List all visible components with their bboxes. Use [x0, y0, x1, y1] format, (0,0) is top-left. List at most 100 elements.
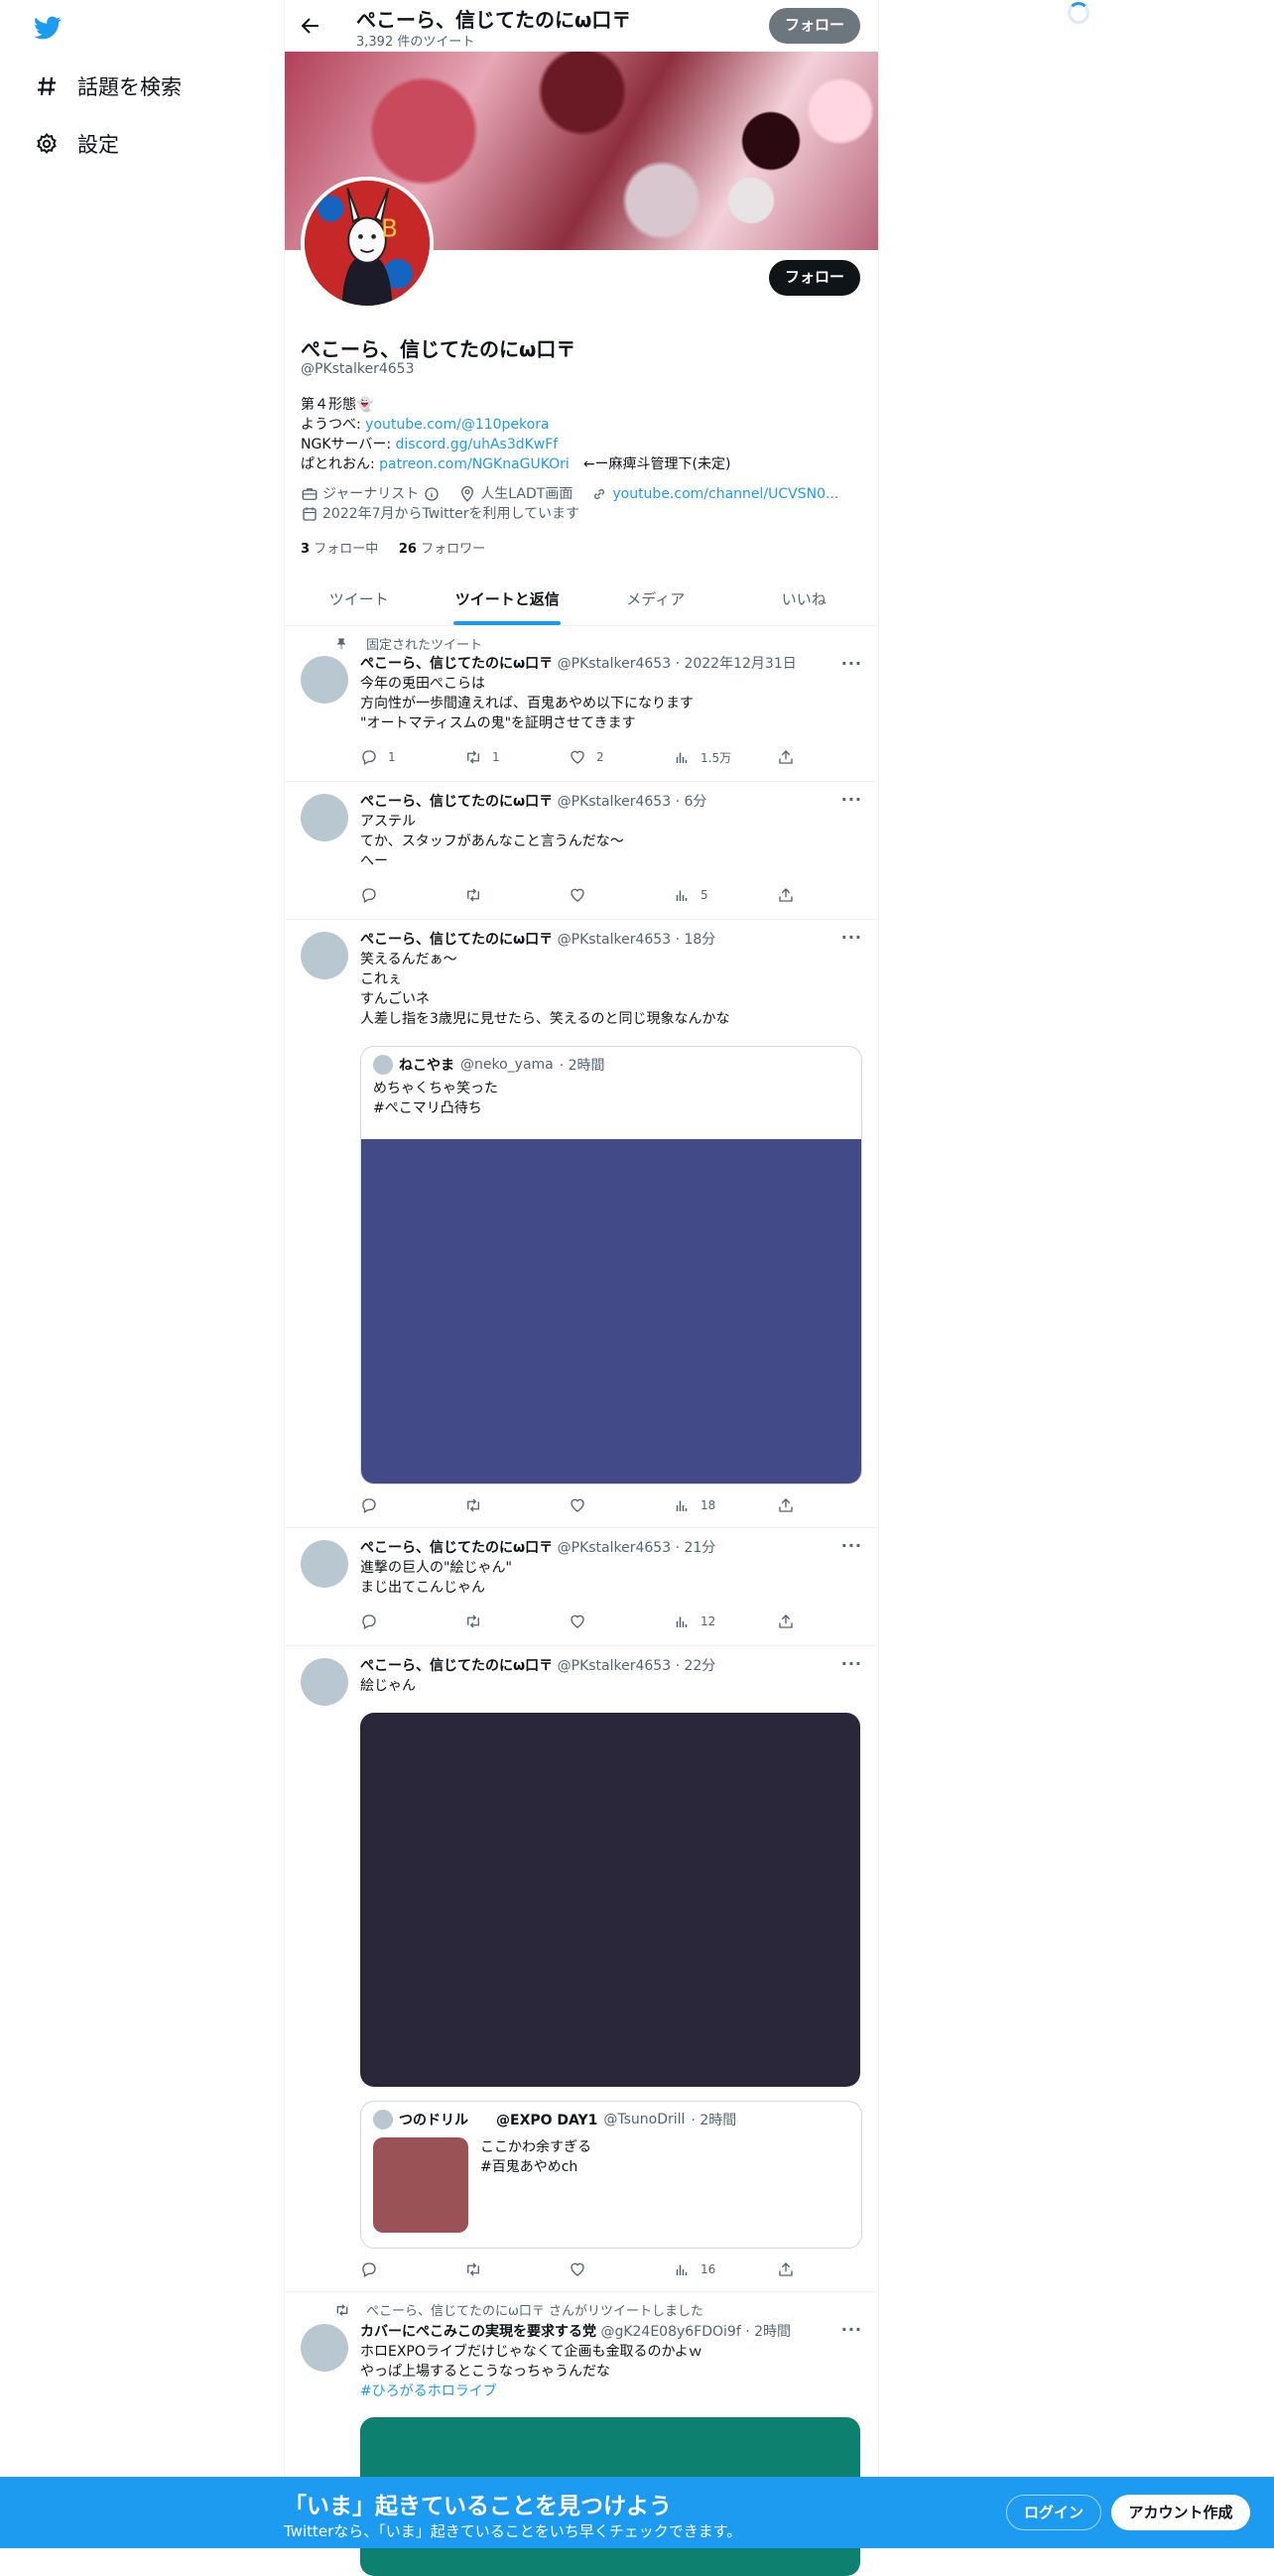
reply-button[interactable] [360, 885, 451, 905]
tab-tweets[interactable]: ツイート [285, 574, 434, 625]
tweet-text-line: 笑えるんだぁ〜 [360, 952, 457, 967]
tweet-author-name[interactable]: ぺこーら、信じてたのにω口〒 [360, 794, 553, 810]
tweet-author-handle[interactable]: @gK24E08y6FDOi9f [600, 2324, 740, 2340]
view-count: 16 [701, 2262, 716, 2276]
quoted-tweet[interactable]: つのドリル @EXPO DAY1 @TsunoDrill · 2時間 ここかわ余すぎ… [360, 2101, 862, 2249]
reply-button[interactable] [360, 1495, 451, 1515]
following-link[interactable]: 3 フォロー中 [301, 542, 378, 557]
like-button[interactable]: 2 [569, 747, 660, 767]
tweet-author-name[interactable]: ぺこーら、信じてたのにω口〒 [360, 656, 553, 672]
views-button[interactable]: 12 [673, 1611, 764, 1631]
tweet-time[interactable]: · 6分 [676, 794, 707, 810]
tweet-time[interactable]: · 22分 [676, 1658, 716, 1674]
share-button[interactable] [777, 1611, 797, 1631]
view-count: 18 [701, 1498, 716, 1512]
info-icon[interactable] [423, 485, 441, 503]
twitter-logo-icon[interactable] [32, 14, 64, 42]
like-button[interactable] [569, 1495, 660, 1515]
quote-text-line: #ぺこマリ凸待ち [373, 1100, 482, 1116]
bio-patreon-link[interactable]: patreon.com/NGKnaGUKOri [379, 456, 570, 472]
quote-author-handle: @neko_yama [460, 1057, 554, 1073]
tweet-text-line: すんごいネ [360, 991, 430, 1007]
tweet-author-handle[interactable]: @PKstalker4653 [558, 656, 671, 672]
views-button[interactable]: 18 [673, 1495, 764, 1515]
followers-link[interactable]: 26 フォロワー [399, 542, 485, 557]
like-button[interactable] [569, 2259, 660, 2279]
quote-author-name: つのドリル @EXPO DAY1 [399, 2113, 598, 2128]
tweet[interactable]: 固定されたツイート ··· ぺこーら、信じてたのにω口〒 @PKstalker4… [285, 626, 878, 782]
retweet-button[interactable] [464, 885, 556, 905]
reply-button[interactable] [360, 2259, 451, 2279]
tweet-author-name[interactable]: カバーにぺこみこの実現を要求する党 [360, 2324, 596, 2340]
bio-youtube-link[interactable]: youtube.com/@110pekora [365, 417, 549, 433]
quote-media[interactable] [361, 1139, 861, 1483]
retweeted-label-row: ぺこーら、信じてたのにω口〒 さんがリツイートしました [334, 2300, 703, 2319]
like-button[interactable] [569, 1611, 660, 1631]
meta-category-label: ジャーナリスト [322, 486, 420, 502]
tab-tweets-and-replies[interactable]: ツイートと返信 [434, 574, 582, 625]
profile-follow-button[interactable]: フォロー [769, 260, 861, 296]
quote-thumbnail[interactable] [373, 2137, 468, 2233]
tweet-author-handle[interactable]: @PKstalker4653 [558, 932, 671, 948]
tweet[interactable]: ··· ぺこーら、信じてたのにω口〒 @PKstalker4653 · 6分 ア… [285, 782, 878, 920]
views-button[interactable]: 1.5万 [673, 747, 764, 767]
tweet-time[interactable]: · 18分 [676, 932, 716, 948]
views-button[interactable]: 5 [673, 885, 764, 905]
signup-banner: 「いま」起きていることを見つけよう Twitterなら、「いま」起きていることを… [0, 2477, 1274, 2548]
nav-settings[interactable]: 設定 [34, 129, 119, 159]
hashtag-icon [34, 73, 60, 99]
tweet-avatar[interactable] [301, 794, 348, 841]
tweet[interactable]: ··· ぺこーら、信じてたのにω口〒 @PKstalker4653 · 22分 … [285, 1646, 878, 2292]
share-button[interactable] [777, 1495, 797, 1515]
bio-ngk-link[interactable]: discord.gg/uhAs3dKwFf [396, 437, 559, 452]
retweet-button[interactable]: 1 [464, 747, 556, 767]
tweet[interactable]: ··· ぺこーら、信じてたのにω口〒 @PKstalker4653 · 21分 … [285, 1528, 878, 1646]
tweet-author-name[interactable]: ぺこーら、信じてたのにω口〒 [360, 1658, 553, 1674]
tweet-text-line: 方向性が一歩間違えれば、百鬼あやめ以下になります [360, 696, 694, 711]
signup-button[interactable]: アカウント作成 [1111, 2495, 1250, 2530]
tweet-author-name[interactable]: ぺこーら、信じてたのにω口〒 [360, 932, 553, 948]
retweet-button[interactable] [464, 1611, 556, 1631]
tweet[interactable]: ··· ぺこーら、信じてたのにω口〒 @PKstalker4653 · 18分 … [285, 920, 878, 1528]
like-button[interactable] [569, 885, 660, 905]
retweet-button[interactable] [464, 2259, 556, 2279]
profile-url-link[interactable]: youtube.com/channel/UCVSN0... [612, 484, 838, 504]
tweet-time[interactable]: · 21分 [676, 1540, 716, 1556]
tab-likes[interactable]: いいね [730, 574, 879, 625]
tweet-media[interactable] [360, 1713, 860, 2087]
header-follow-button[interactable]: フォロー [769, 8, 861, 44]
reply-button[interactable] [360, 1611, 451, 1631]
following-label: フォロー中 [314, 542, 379, 557]
bio-ngk-line: NGKサーバー: discord.gg/uhAs3dKwFf [301, 435, 730, 454]
tweet-time[interactable]: · 2022年12月31日 [676, 656, 797, 672]
quoted-tweet[interactable]: ねこやま @neko_yama · 2時間 めちゃくちゃ笑った #ぺこマリ凸待ち [360, 1046, 862, 1484]
tweet-time[interactable]: · 2時間 [745, 2324, 791, 2340]
retweet-button[interactable] [464, 1495, 556, 1515]
share-icon [779, 2262, 793, 2276]
login-button[interactable]: ログイン [1006, 2495, 1101, 2530]
hashtag-link[interactable]: #ひろがるホロライブ [360, 2383, 497, 2399]
tweet-avatar[interactable] [301, 1540, 348, 1588]
profile-handle: @PKstalker4653 [301, 361, 415, 377]
profile-avatar[interactable]: B [301, 177, 434, 310]
share-button[interactable] [777, 885, 797, 905]
reply-button[interactable]: 1 [360, 747, 451, 767]
tweet-author-handle[interactable]: @PKstalker4653 [558, 794, 671, 810]
retweeted-label[interactable]: ぺこーら、信じてたのにω口〒 さんがリツイートしました [366, 2300, 703, 2319]
signup-banner-title: 「いま」起きていることを見つけよう [284, 2494, 672, 2519]
tab-media[interactable]: メディア [581, 574, 730, 625]
views-chart-icon [676, 1616, 688, 1627]
tweet-avatar[interactable] [301, 656, 348, 704]
tweet-author-handle[interactable]: @PKstalker4653 [558, 1540, 671, 1556]
heart-icon [571, 1614, 584, 1628]
tweet-avatar[interactable] [301, 932, 348, 979]
tweet-author-name[interactable]: ぺこーら、信じてたのにω口〒 [360, 1540, 553, 1556]
share-button[interactable] [777, 747, 797, 767]
views-button[interactable]: 16 [673, 2259, 764, 2279]
share-button[interactable] [777, 2259, 797, 2279]
tweet-author-handle[interactable]: @PKstalker4653 [558, 1658, 671, 1674]
tweet-avatar[interactable] [301, 2324, 348, 2372]
nav-explore[interactable]: 話題を検索 [34, 71, 182, 101]
tweet-avatar[interactable] [301, 1658, 348, 1706]
back-arrow-icon[interactable] [299, 14, 322, 38]
